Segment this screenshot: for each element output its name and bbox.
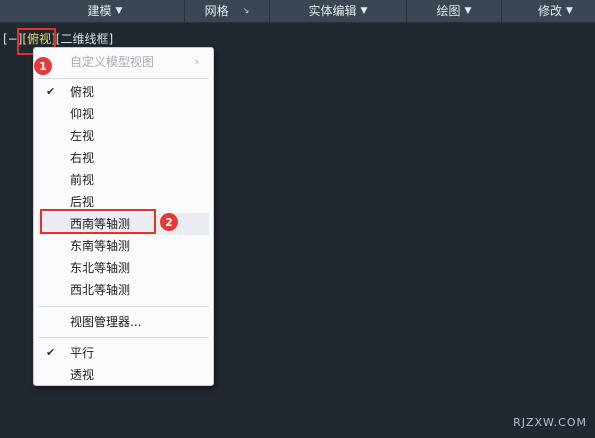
menu-separator [38, 337, 209, 338]
step-badge-1: 1 [34, 57, 52, 75]
ribbon-tab-modify[interactable]: 修改 ▼ [502, 0, 595, 22]
menu-item-label: 东南等轴测 [70, 239, 131, 253]
ribbon-tab-label: 绘图 [436, 4, 461, 18]
dropdown-arrow-icon: ▼ [566, 6, 573, 16]
menu-item-ne-isometric[interactable]: 东北等轴测 [38, 257, 209, 279]
dropdown-arrow-icon: ▼ [115, 6, 123, 16]
menu-item-top-view[interactable]: ✔ 俯视 [38, 81, 209, 103]
menu-item-nw-isometric[interactable]: 西北等轴测 [38, 279, 209, 301]
ribbon-panel-bar: 建模 ▼ 网格 ↘ 实体编辑 ▼ 绘图 ▼ 修改 ▼ [0, 0, 595, 23]
highlight-box-step-2 [40, 209, 156, 234]
chevron-right-icon: › [194, 55, 199, 68]
menu-item-parallel[interactable]: ✔ 平行 [38, 342, 209, 364]
ribbon-tab-draw[interactable]: 绘图 ▼ [407, 0, 501, 22]
site-watermark: RJZXW.COM [513, 416, 587, 429]
checkmark-icon: ✔ [46, 85, 56, 98]
ribbon-tab-label: 网格 [204, 4, 229, 18]
menu-item-perspective[interactable]: 透视 [38, 364, 209, 386]
ribbon-tab-label: 修改 [538, 4, 563, 18]
menu-item-label: 西北等轴测 [70, 283, 131, 297]
menu-item-label: 左视 [70, 129, 95, 143]
menu-separator [38, 306, 209, 307]
ribbon-tab-modeling[interactable]: 建模 ▼ [60, 0, 150, 22]
dropdown-arrow-icon: ▼ [360, 6, 368, 16]
checkmark-icon: ✔ [46, 346, 56, 359]
menu-item-right-view[interactable]: 右视 [38, 147, 209, 169]
menu-item-left-view[interactable]: 左视 [38, 125, 209, 147]
menu-item-front-view[interactable]: 前视 [38, 169, 209, 191]
menu-item-se-isometric[interactable]: 东南等轴测 [38, 235, 209, 257]
menu-item-label: 右视 [70, 151, 95, 165]
dialog-launcher-icon[interactable]: ↘ [243, 0, 250, 22]
menu-item-label: 自定义模型视图 [70, 55, 155, 69]
ribbon-tab-solid-edit[interactable]: 实体编辑 ▼ [270, 0, 406, 22]
menu-separator [38, 78, 209, 79]
ribbon-tab-mesh[interactable]: 网格 ↘ [185, 0, 269, 22]
menu-item-label: 视图管理器... [70, 315, 142, 329]
menu-item-label: 透视 [70, 368, 95, 382]
menu-item-label: 平行 [70, 346, 95, 360]
dropdown-arrow-icon: ▼ [464, 6, 472, 16]
ribbon-tab-label: 建模 [87, 4, 112, 18]
menu-item-custom-model-view[interactable]: 自定义模型视图 › [38, 51, 209, 73]
menu-item-label: 东北等轴测 [70, 261, 131, 275]
step-badge-2: 2 [160, 213, 178, 231]
menu-item-label: 前视 [70, 173, 95, 187]
menu-item-view-manager[interactable]: 视图管理器... [38, 311, 209, 333]
visual-style-control-menu[interactable]: [二维线框] [56, 31, 113, 47]
menu-item-label: 俯视 [70, 85, 95, 99]
menu-item-bottom-view[interactable]: 仰视 [38, 103, 209, 125]
menu-item-label: 仰视 [70, 107, 95, 121]
ribbon-tab-label: 实体编辑 [308, 4, 357, 18]
